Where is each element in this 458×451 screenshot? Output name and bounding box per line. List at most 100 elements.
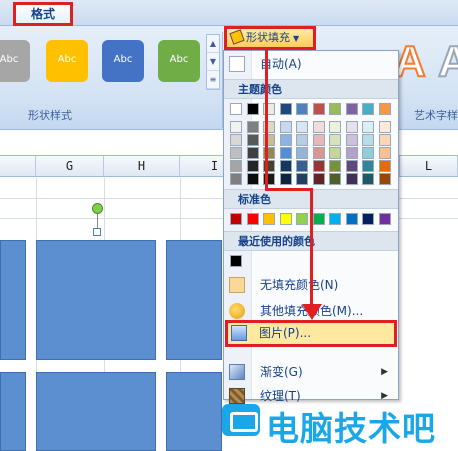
column-header-h[interactable]: H — [104, 156, 180, 176]
rotation-handle[interactable] — [92, 203, 103, 214]
theme-shade-swatch[interactable] — [312, 173, 325, 185]
theme-shade-swatch[interactable] — [279, 134, 292, 146]
theme-shade-swatch[interactable] — [378, 160, 391, 172]
standard-color-swatch[interactable] — [378, 213, 391, 225]
theme-shade-swatch[interactable] — [312, 121, 325, 133]
theme-shade-swatch[interactable] — [279, 147, 292, 159]
column-header-l[interactable]: L — [400, 156, 458, 176]
theme-shade-swatch[interactable] — [296, 160, 308, 172]
shape-style-button[interactable]: Abc — [0, 40, 30, 82]
shape-block[interactable] — [166, 372, 222, 451]
standard-color-swatch[interactable] — [296, 213, 308, 225]
theme-color-swatch[interactable] — [329, 103, 341, 115]
theme-shade-swatch[interactable] — [296, 147, 308, 159]
theme-color-swatch[interactable] — [345, 103, 358, 115]
theme-shade-swatch[interactable] — [378, 134, 391, 146]
theme-shade-swatch[interactable] — [378, 173, 391, 185]
theme-shade-swatch[interactable] — [345, 173, 358, 185]
resize-handle[interactable] — [93, 228, 101, 236]
theme-shade-swatch[interactable] — [329, 147, 341, 159]
gallery-scroll-down-icon[interactable]: ▼ — [207, 53, 219, 71]
gradient-icon — [229, 364, 245, 380]
theme-shade-swatch[interactable] — [345, 160, 358, 172]
shape-block[interactable] — [36, 372, 156, 451]
auto-color-icon — [229, 56, 245, 72]
menu-item-gradient[interactable]: 渐变(G) ▶ — [224, 361, 398, 383]
theme-shade-swatch[interactable] — [230, 173, 242, 185]
no-fill-icon — [229, 277, 245, 293]
theme-color-swatch[interactable] — [246, 103, 259, 115]
theme-color-swatch[interactable] — [279, 103, 292, 115]
theme-colors-header: 主题颜色 — [224, 79, 398, 99]
theme-shade-swatch[interactable] — [279, 173, 292, 185]
theme-color-swatch[interactable] — [362, 103, 374, 115]
shape-style-button[interactable]: Abc — [158, 40, 200, 82]
menu-item-gradient-label: 渐变(G) — [260, 365, 303, 379]
gallery-scrollbar[interactable]: ▲ ▼ ≡ — [206, 34, 220, 90]
theme-color-swatch[interactable] — [378, 103, 391, 115]
shape-styles-group-label: 形状样式 — [28, 109, 72, 122]
theme-shade-swatch[interactable] — [246, 134, 259, 146]
theme-shade-swatch[interactable] — [362, 173, 374, 185]
theme-color-swatch[interactable] — [312, 103, 325, 115]
theme-shade-swatch[interactable] — [345, 121, 358, 133]
theme-shade-swatch[interactable] — [312, 160, 325, 172]
theme-shade-swatch[interactable] — [312, 134, 325, 146]
theme-shade-swatch[interactable] — [246, 173, 259, 185]
theme-shade-swatch[interactable] — [296, 173, 308, 185]
theme-shade-swatch[interactable] — [345, 147, 358, 159]
theme-shade-swatch[interactable] — [312, 147, 325, 159]
standard-color-swatch[interactable] — [345, 213, 358, 225]
theme-shade-swatch[interactable] — [296, 121, 308, 133]
guide-arrow-head-icon — [302, 304, 322, 320]
shape-block[interactable] — [166, 240, 222, 360]
theme-shade-swatch[interactable] — [378, 147, 391, 159]
shape-fill-button[interactable]: 形状填充 ▼ — [224, 26, 316, 50]
menu-item-auto[interactable]: 自动(A) — [224, 53, 398, 75]
shape-block[interactable] — [36, 240, 156, 360]
standard-color-swatch[interactable] — [329, 213, 341, 225]
column-header-g[interactable]: G — [36, 156, 104, 176]
shape-style-button[interactable]: Abc — [102, 40, 144, 82]
theme-shade-swatch[interactable] — [230, 147, 242, 159]
theme-shade-swatch[interactable] — [230, 134, 242, 146]
theme-shade-swatch[interactable] — [230, 160, 242, 172]
gallery-scroll-up-icon[interactable]: ▲ — [207, 35, 219, 53]
theme-shade-swatch[interactable] — [246, 121, 259, 133]
theme-color-swatch[interactable] — [230, 103, 242, 115]
standard-color-swatch[interactable] — [263, 213, 275, 225]
theme-shade-swatch[interactable] — [230, 121, 242, 133]
standard-color-swatch[interactable] — [279, 213, 292, 225]
shape-block[interactable] — [0, 372, 26, 451]
theme-shade-swatch[interactable] — [329, 134, 341, 146]
theme-shade-swatch[interactable] — [329, 160, 341, 172]
menu-item-picture[interactable]: 图片(P)... — [225, 320, 397, 347]
theme-shade-swatch[interactable] — [362, 134, 374, 146]
theme-shade-swatch[interactable] — [246, 147, 259, 159]
guide-arrow-segment — [265, 188, 313, 191]
standard-color-swatch[interactable] — [362, 213, 374, 225]
standard-color-swatch[interactable] — [246, 213, 259, 225]
theme-shade-swatch[interactable] — [362, 121, 374, 133]
recent-color-swatch[interactable] — [230, 255, 242, 267]
theme-shade-swatch[interactable] — [362, 147, 374, 159]
shape-block[interactable] — [0, 240, 26, 360]
tab-format[interactable]: 格式 — [13, 2, 73, 26]
shape-style-button[interactable]: Abc — [46, 40, 88, 82]
standard-color-swatch[interactable] — [312, 213, 325, 225]
watermark: 电脑技术吧 — [222, 400, 458, 448]
gallery-more-icon[interactable]: ≡ — [207, 71, 219, 89]
theme-shade-swatch[interactable] — [345, 134, 358, 146]
theme-shade-swatch[interactable] — [329, 121, 341, 133]
theme-shade-swatch[interactable] — [378, 121, 391, 133]
standard-color-swatch[interactable] — [230, 213, 242, 225]
theme-shade-swatch[interactable] — [246, 160, 259, 172]
theme-shade-swatch[interactable] — [362, 160, 374, 172]
theme-shade-swatch[interactable] — [279, 121, 292, 133]
guide-arrow-segment — [265, 50, 268, 190]
theme-color-swatch[interactable] — [296, 103, 308, 115]
art-text-sample-b[interactable]: A — [437, 39, 458, 85]
theme-shade-swatch[interactable] — [279, 160, 292, 172]
theme-shade-swatch[interactable] — [296, 134, 308, 146]
theme-shade-swatch[interactable] — [329, 173, 341, 185]
